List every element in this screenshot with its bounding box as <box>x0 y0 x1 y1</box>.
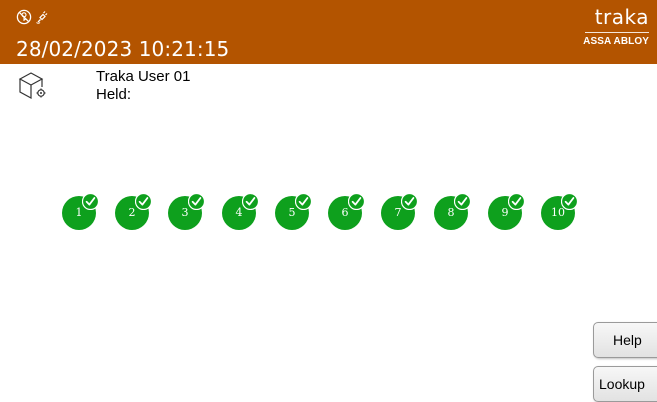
key-slot[interactable]: 10 <box>541 192 579 230</box>
key-slot[interactable]: 4 <box>222 192 260 230</box>
help-button[interactable]: Help <box>593 322 657 358</box>
user-name: Traka User 01 <box>96 68 191 85</box>
key-slot[interactable]: 7 <box>381 192 419 230</box>
key-slot[interactable]: 3 <box>168 192 206 230</box>
checkmark-icon <box>187 192 206 211</box>
checkmark-icon <box>507 192 526 211</box>
key-slot[interactable]: 2 <box>115 192 153 230</box>
checkmark-icon <box>347 192 366 211</box>
checkmark-icon <box>134 192 153 211</box>
no-key-icon <box>16 9 32 25</box>
header-bar: 28/02/2023 10:21:15 traka ASSA ABLOY <box>0 0 657 64</box>
checkmark-icon <box>400 192 419 211</box>
checkmark-icon <box>453 192 472 211</box>
brand-name: traka <box>594 5 649 29</box>
brand-logo: traka ASSA ABLOY <box>575 6 649 47</box>
checkmark-icon <box>560 192 579 211</box>
key-slot[interactable]: 5 <box>275 192 313 230</box>
key-slot[interactable]: 1 <box>62 192 100 230</box>
checkmark-icon <box>241 192 260 211</box>
brand-subtitle: ASSA ABLOY <box>583 36 649 47</box>
checkmark-icon <box>294 192 313 211</box>
held-label: Held: <box>96 86 132 103</box>
checkmark-icon <box>81 192 100 211</box>
key-cabinet-icon <box>17 70 49 106</box>
key-slot[interactable]: 8 <box>434 192 472 230</box>
key-slot[interactable]: 9 <box>488 192 526 230</box>
datetime-display: 28/02/2023 10:21:15 <box>16 37 230 61</box>
brand-divider <box>585 32 649 33</box>
power-plug-icon <box>34 9 50 25</box>
key-slot[interactable]: 6 <box>328 192 366 230</box>
status-icons <box>16 9 50 25</box>
lookup-button[interactable]: Lookup <box>593 366 657 402</box>
